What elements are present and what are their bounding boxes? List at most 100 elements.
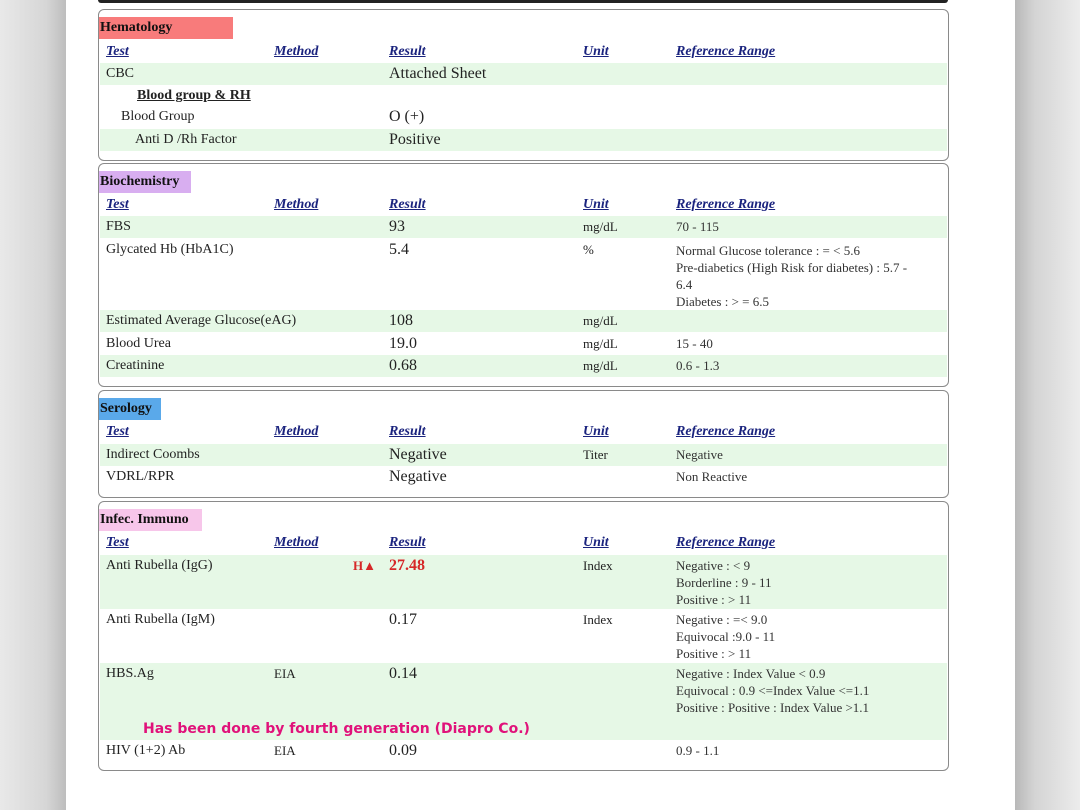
header-unit: Unit xyxy=(583,535,609,550)
result-value: Negative xyxy=(389,446,447,463)
header-unit: Unit xyxy=(583,44,609,59)
test-name: FBS xyxy=(106,219,131,234)
method-value: EIA xyxy=(274,743,296,758)
table-row: Creatinine 0.68 mg/dL 0.6 - 1.3 xyxy=(100,355,947,377)
section-title: Infec. Immuno xyxy=(99,509,202,531)
method-value: EIA xyxy=(274,666,296,681)
reference-range: Normal Glucose tolerance : = < 5.6 Pre-d… xyxy=(676,242,907,310)
biochemistry-section: Biochemistry Test Method Result Unit Ref… xyxy=(98,163,949,387)
reference-range: 0.9 - 1.1 xyxy=(676,743,720,758)
result-value: 0.14 xyxy=(389,665,417,682)
reference-line: Negative : Index Value < 0.9 xyxy=(676,666,826,681)
test-name: VDRL/RPR xyxy=(106,469,175,484)
reference-range: Negative : < 9 Borderline : 9 - 11 Posit… xyxy=(676,557,772,608)
column-header-row: Test Method Result Unit Reference Range xyxy=(100,532,947,554)
header-result: Result xyxy=(389,424,426,439)
reference-line: Diabetes : > = 6.5 xyxy=(676,294,770,309)
reference-line: Positive : > 11 xyxy=(676,646,752,661)
result-value: Negative xyxy=(389,468,447,485)
column-header-row: Test Method Result Unit Reference Range xyxy=(100,421,947,443)
method-note: Has been done by fourth generation (Diap… xyxy=(143,721,530,737)
header-result: Result xyxy=(389,44,426,59)
top-border xyxy=(98,0,948,3)
test-name: Creatinine xyxy=(106,358,165,373)
reference-range: Negative xyxy=(676,447,723,462)
reference-line: Negative : =< 9.0 xyxy=(676,612,768,627)
result-value: 0.68 xyxy=(389,357,417,374)
test-name: Blood Group xyxy=(121,109,195,124)
high-flag-icon: H▲ xyxy=(353,558,376,573)
header-reference-range: Reference Range xyxy=(676,535,776,550)
serology-section: Serology Test Method Result Unit Referen… xyxy=(98,390,949,498)
table-row: Glycated Hb (HbA1C) 5.4 % Normal Glucose… xyxy=(100,239,947,309)
header-reference-range: Reference Range xyxy=(676,197,776,212)
reference-line: Pre-diabetics (High Risk for diabetes) :… xyxy=(676,260,908,275)
hematology-section: Hematology Test Method Result Unit Refer… xyxy=(98,9,949,161)
table-row: Anti D /Rh Factor Positive xyxy=(100,129,947,151)
table-row: CBC Attached Sheet xyxy=(100,63,947,85)
header-unit: Unit xyxy=(583,197,609,212)
result-value: 27.48 xyxy=(389,557,425,574)
header-method: Method xyxy=(274,535,319,550)
unit-value: Titer xyxy=(583,447,608,462)
table-row: HIV (1+2) Ab EIA 0.09 0.9 - 1.1 xyxy=(100,740,947,762)
reference-range: Negative : =< 9.0 Equivocal :9.0 - 11 Po… xyxy=(676,611,775,662)
test-name: CBC xyxy=(106,66,135,81)
reference-range: 15 - 40 xyxy=(676,336,713,351)
unit-value: % xyxy=(583,242,594,257)
infec-immuno-section: Infec. Immuno Test Method Result Unit Re… xyxy=(98,501,949,771)
result-value: O (+) xyxy=(389,108,425,125)
header-result: Result xyxy=(389,197,426,212)
reference-range: Negative : Index Value < 0.9 Equivocal :… xyxy=(676,665,869,716)
result-value: 0.17 xyxy=(389,611,417,628)
table-row: VDRL/RPR Negative Non Reactive xyxy=(100,466,947,488)
reference-line: Positive : Positive : Index Value >1.1 xyxy=(676,700,870,715)
header-reference-range: Reference Range xyxy=(676,424,776,439)
test-name: Glycated Hb (HbA1C) xyxy=(106,242,234,257)
column-header-row: Test Method Result Unit Reference Range xyxy=(100,41,947,63)
reference-range: 0.6 - 1.3 xyxy=(676,358,720,373)
header-test: Test xyxy=(106,424,129,439)
header-reference-range: Reference Range xyxy=(676,44,776,59)
subheading: Blood group & RH xyxy=(137,88,251,103)
header-test: Test xyxy=(106,535,129,550)
table-row: Blood Group O (+) xyxy=(100,106,947,128)
unit-value: Index xyxy=(583,558,613,573)
table-row: Anti Rubella (IgG) H▲ 27.48 Index Negati… xyxy=(100,555,947,609)
test-name: Blood Urea xyxy=(106,336,171,351)
test-name: Estimated Average Glucose(eAG) xyxy=(106,313,297,328)
reference-line: Normal Glucose tolerance : = < 5.6 xyxy=(676,243,860,258)
reference-line: Equivocal :9.0 - 11 xyxy=(676,629,776,644)
table-row: Indirect Coombs Negative Titer Negative xyxy=(100,444,947,466)
section-title: Biochemistry xyxy=(99,171,191,193)
table-row: Anti Rubella (IgM) 0.17 Index Negative :… xyxy=(100,609,947,663)
header-method: Method xyxy=(274,44,319,59)
header-result: Result xyxy=(389,535,426,550)
test-name: Indirect Coombs xyxy=(106,447,200,462)
column-header-row: Test Method Result Unit Reference Range xyxy=(100,194,947,216)
reference-line: Borderline : 9 - 11 xyxy=(676,575,772,590)
test-name: HIV (1+2) Ab xyxy=(106,743,186,758)
header-test: Test xyxy=(106,197,129,212)
result-value: Positive xyxy=(389,131,441,148)
unit-value: mg/dL xyxy=(583,358,618,373)
table-row: FBS 93 mg/dL 70 - 115 xyxy=(100,216,947,238)
reference-range: Non Reactive xyxy=(676,469,748,484)
reference-line: 6.4 xyxy=(676,277,693,292)
test-name: Anti Rubella (IgG) xyxy=(106,558,213,573)
header-unit: Unit xyxy=(583,424,609,439)
reference-line: Equivocal : 0.9 <=Index Value <=1.1 xyxy=(676,683,870,698)
left-background xyxy=(0,0,66,810)
unit-value: mg/dL xyxy=(583,313,618,328)
unit-value: Index xyxy=(583,612,613,627)
result-value: 108 xyxy=(389,312,413,329)
section-title: Serology xyxy=(99,398,161,420)
unit-value: mg/dL xyxy=(583,336,618,351)
table-row: HBS.Ag EIA 0.14 Negative : Index Value <… xyxy=(100,663,947,740)
header-test: Test xyxy=(106,44,129,59)
reference-line: Positive : > 11 xyxy=(676,592,752,607)
header-method: Method xyxy=(274,197,319,212)
result-value: 0.09 xyxy=(389,742,417,759)
result-value: 5.4 xyxy=(389,241,409,258)
result-value: 19.0 xyxy=(389,335,417,352)
